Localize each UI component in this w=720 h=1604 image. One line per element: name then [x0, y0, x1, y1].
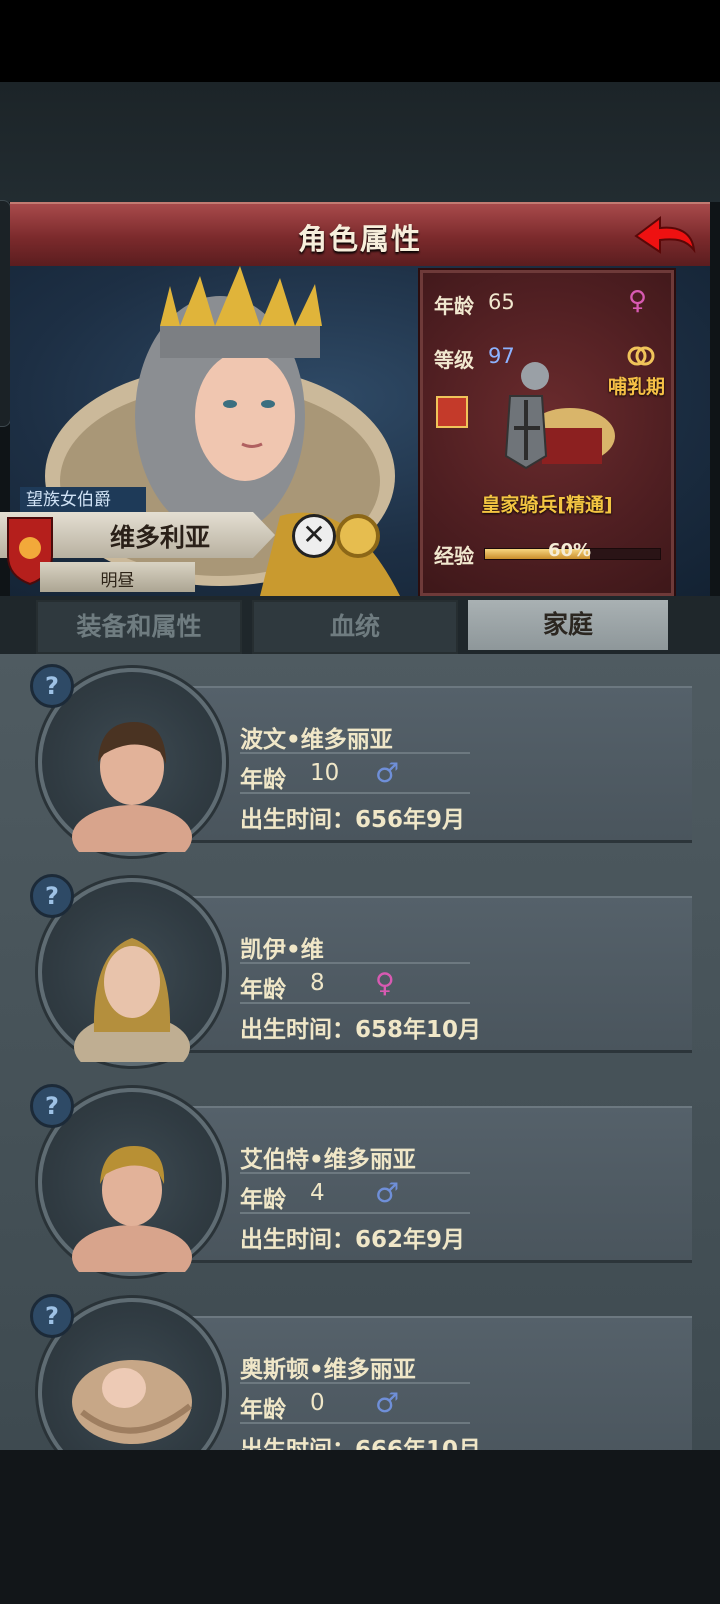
male-icon: ♂: [375, 758, 400, 789]
noble-rank-label: 望族女伯爵: [20, 487, 146, 513]
divider: [240, 1172, 470, 1174]
troop-type-icon[interactable]: [436, 396, 468, 428]
tab-family[interactable]: 家庭: [468, 600, 668, 650]
status-bar: [0, 0, 720, 82]
age-label: 年龄: [240, 767, 286, 793]
rings-icon: [627, 346, 655, 366]
member-birth: 出生时间：656年9月: [240, 807, 466, 833]
exp-label: 经验: [434, 544, 474, 568]
female-icon: ♀: [628, 286, 648, 316]
divider: [240, 792, 470, 794]
divider: [240, 962, 470, 964]
page-title: 角色属性: [297, 222, 422, 256]
divider: [240, 1002, 470, 1004]
age-label: 年龄: [240, 1397, 286, 1423]
family-card[interactable]: ? 奥斯顿•维多丽亚 年龄 0 ♂ 出生时间：666年10月: [30, 1294, 692, 1450]
close-icon[interactable]: ✕: [292, 514, 336, 558]
divider: [240, 752, 470, 754]
member-name: 艾伯特•维多丽亚: [240, 1147, 416, 1173]
knight-unit-image: [504, 362, 615, 470]
header-background: [0, 82, 720, 202]
title-bar: 角色属性: [10, 202, 710, 268]
member-name: 奥斯顿•维多丽亚: [240, 1357, 416, 1383]
male-icon: ♂: [375, 1178, 400, 1209]
unit-name: 皇家骑兵[精通]: [481, 494, 613, 516]
member-age: 8: [310, 970, 325, 996]
back-arrow-icon[interactable]: [632, 210, 698, 260]
female-icon: ♀: [375, 968, 395, 999]
member-birth: 出生时间：666年10月: [240, 1437, 482, 1450]
divider: [240, 1382, 470, 1384]
member-birth: 出生时间：662年9月: [240, 1227, 466, 1253]
help-icon[interactable]: ?: [30, 664, 74, 708]
tab-equipment[interactable]: 装备和属性: [36, 600, 242, 654]
tab-bloodline[interactable]: 血统: [252, 600, 458, 654]
help-icon[interactable]: ?: [30, 874, 74, 918]
character-trait: 明昼: [100, 571, 135, 591]
age-label: 年龄: [434, 294, 474, 318]
member-age: 10: [310, 760, 340, 786]
member-name: 凯伊•维: [240, 937, 324, 963]
navigation-bar: [0, 1450, 720, 1604]
family-card[interactable]: ? 波文•维多丽亚 年龄 10 ♂ 出生时间：656年9月: [30, 664, 692, 869]
family-list[interactable]: ? 波文•维多丽亚 年龄 10 ♂ 出生时间：656年9月 ? 凯伊•维 年龄 …: [0, 654, 720, 1450]
divider: [240, 1422, 470, 1424]
member-birth: 出生时间：658年10月: [240, 1017, 482, 1043]
age-label: 年龄: [240, 977, 286, 1003]
level-label: 等级: [434, 348, 474, 372]
member-age: 0: [310, 1390, 325, 1416]
help-icon[interactable]: ?: [30, 1084, 74, 1128]
exp-percent: 60%: [548, 540, 592, 561]
age-label: 年龄: [240, 1187, 286, 1213]
member-name: 波文•维多丽亚: [240, 727, 393, 753]
character-name: 维多利亚: [109, 523, 210, 552]
family-card[interactable]: ? 艾伯特•维多丽亚 年龄 4 ♂ 出生时间：662年9月: [30, 1084, 692, 1289]
family-card[interactable]: ? 凯伊•维 年龄 8 ♀ 出生时间：658年10月: [30, 874, 692, 1079]
member-age: 4: [310, 1180, 325, 1206]
help-icon[interactable]: ?: [30, 1294, 74, 1338]
age-value: 65: [488, 290, 515, 314]
divider: [240, 1212, 470, 1214]
stats-panel: 年龄 65 ♀ 等级 97 哺乳期 皇家骑兵[精通] 经验 60%: [418, 268, 676, 598]
male-icon: ♂: [375, 1388, 400, 1419]
